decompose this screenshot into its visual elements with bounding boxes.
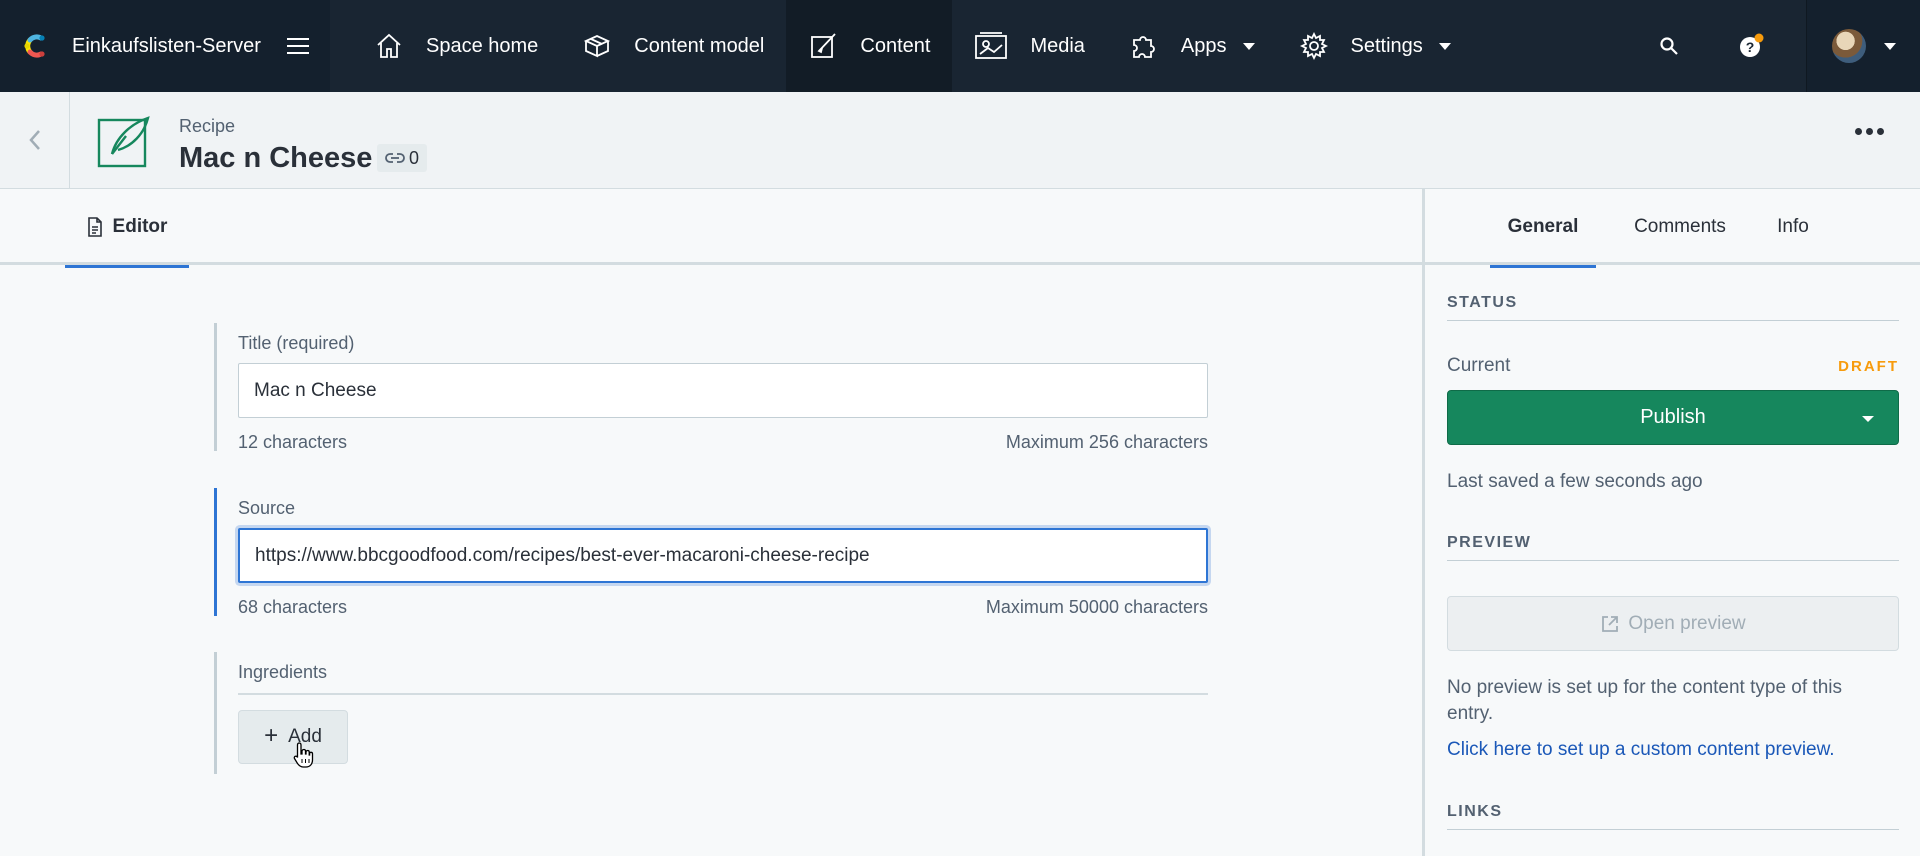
avatar <box>1831 29 1866 63</box>
gear-icon <box>1299 31 1328 61</box>
publish-button[interactable]: Publish <box>1447 390 1899 445</box>
field-label: Ingredients <box>238 662 328 682</box>
chevron-down-icon[interactable] <box>1862 416 1874 422</box>
nav-label: Settings <box>1350 34 1423 57</box>
nav-settings[interactable]: Settings <box>1277 0 1473 92</box>
nav-content-model[interactable]: Content model <box>560 0 786 92</box>
back-button[interactable] <box>0 92 70 188</box>
char-max: Maximum 50000 characters <box>985 597 1208 617</box>
menu-icon[interactable] <box>286 38 309 54</box>
help-icon: ? <box>1740 33 1764 57</box>
open-preview-button[interactable]: Open preview <box>1447 596 1899 651</box>
contentful-logo-icon <box>24 34 45 58</box>
account-menu[interactable] <box>1806 0 1920 92</box>
field-ingredients: Ingredients + Add <box>214 652 1208 774</box>
status-row: Current DRAFT <box>1447 355 1899 377</box>
open-preview-label: Open preview <box>1628 612 1746 634</box>
field-meta: 12 characters Maximum 256 characters <box>238 432 1208 453</box>
home-icon <box>377 33 401 58</box>
hand-cursor-icon <box>293 742 314 768</box>
plus-icon: + <box>264 722 279 749</box>
content-model-icon <box>584 35 611 58</box>
media-icon <box>975 32 1008 59</box>
tab-label: Editor <box>112 216 168 237</box>
chevron-left-icon <box>28 130 40 150</box>
entry-title: Mac n Cheese <box>179 142 373 174</box>
references-count: 0 <box>409 147 420 168</box>
publish-label: Publish <box>1640 406 1706 428</box>
content-icon <box>811 33 837 58</box>
references-badge[interactable]: 0 <box>377 144 428 172</box>
title-input[interactable] <box>238 363 1208 418</box>
nav-content[interactable]: Content <box>786 0 953 92</box>
nav-label: Content model <box>634 34 765 57</box>
chevron-down-icon <box>1438 42 1451 50</box>
entry-sidebar: General Comments Info STATUS Current DRA… <box>1422 189 1920 856</box>
tab-label: General <box>1507 216 1579 237</box>
entry-header: Recipe Mac n Cheese 0 <box>0 92 1920 189</box>
document-icon <box>87 217 102 237</box>
chevron-down-icon <box>1883 42 1896 50</box>
status-badge: DRAFT <box>1838 357 1899 375</box>
field-label: Source <box>238 498 296 518</box>
status-heading: STATUS <box>1447 294 1899 321</box>
nav-media[interactable]: Media <box>952 0 1106 92</box>
field-label: Title (required) <box>238 333 355 353</box>
tab-general[interactable]: General <box>1490 189 1596 268</box>
last-saved-text: Last saved a few seconds ago <box>1447 471 1703 492</box>
nav-apps[interactable]: Apps <box>1107 0 1277 92</box>
preview-note: No preview is set up for the content typ… <box>1447 677 1842 724</box>
svg-text:?: ? <box>1746 39 1755 55</box>
nav-space-home[interactable]: Space home <box>330 0 560 92</box>
sidebar-tabs: General Comments Info <box>1425 189 1920 268</box>
preview-heading: PREVIEW <box>1447 534 1899 561</box>
content-type-name: Recipe <box>179 116 236 136</box>
help-button[interactable]: ? <box>1710 0 1792 92</box>
nav-label: Content <box>860 34 931 57</box>
search-button[interactable] <box>1628 0 1710 92</box>
field-title: Title (required) 12 characters Maximum 2… <box>214 323 1208 453</box>
tab-comments[interactable]: Comments <box>1625 189 1735 265</box>
space-switcher[interactable]: Einkaufslisten-Server <box>0 0 330 92</box>
divider <box>238 693 1208 695</box>
nav-label: Apps <box>1180 34 1227 57</box>
content-type-icon <box>97 116 150 168</box>
nav-label: Space home <box>426 34 539 57</box>
field-source: Source 68 characters Maximum 50000 chara… <box>214 488 1208 618</box>
search-icon <box>1660 37 1678 55</box>
char-max: Maximum 256 characters <box>1005 432 1208 452</box>
current-label: Current <box>1447 355 1511 376</box>
external-link-icon <box>1602 615 1619 632</box>
apps-icon <box>1133 36 1155 58</box>
char-count: 12 characters <box>238 432 348 452</box>
source-input[interactable] <box>238 528 1208 583</box>
more-actions-icon[interactable] <box>1855 128 1884 135</box>
tab-label: Comments <box>1634 216 1726 237</box>
nav-label: Media <box>1030 34 1085 57</box>
tab-editor[interactable]: Editor <box>65 189 189 268</box>
links-heading: LINKS <box>1447 803 1899 830</box>
space-name: Einkaufslisten-Server <box>72 34 261 57</box>
link-icon <box>385 153 405 163</box>
editor-tabs: Editor <box>0 189 1422 268</box>
tab-label: Info <box>1777 216 1809 237</box>
chevron-down-icon <box>1242 42 1255 50</box>
char-count: 68 characters <box>238 597 348 617</box>
tab-info[interactable]: Info <box>1763 189 1823 265</box>
top-navigation: Einkaufslisten-Server Space home Content… <box>0 0 1920 92</box>
field-meta: 68 characters Maximum 50000 characters <box>238 597 1208 618</box>
setup-preview-link[interactable]: Click here to set up a custom content pr… <box>1447 739 1835 761</box>
